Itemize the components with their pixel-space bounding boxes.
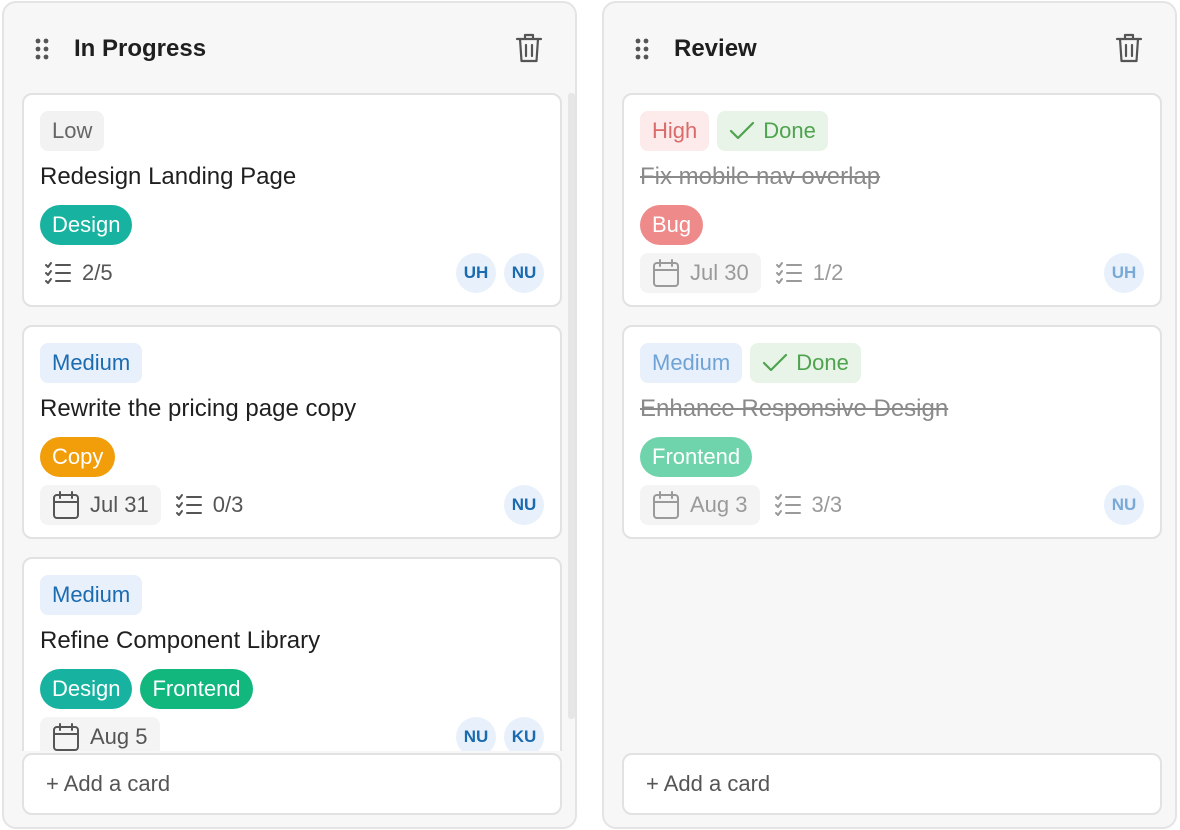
card-title: Refine Component Library bbox=[40, 627, 321, 654]
card-title: Redesign Landing Page bbox=[40, 163, 297, 190]
tag-design: Design bbox=[40, 205, 133, 245]
checklist-icon bbox=[175, 494, 202, 516]
checklist-text: 1/2 bbox=[812, 260, 844, 285]
avatar[interactable]: NU bbox=[504, 253, 544, 293]
drag-handle-icon[interactable] bbox=[34, 37, 50, 61]
due-date: Aug 3 bbox=[640, 485, 760, 525]
card-enhance-responsive-design[interactable]: Medium Done Enhance Responsive Design Fr… bbox=[622, 325, 1162, 539]
scrollbar[interactable] bbox=[568, 93, 575, 719]
card-title: Fix mobile nav overlap bbox=[640, 163, 881, 190]
done-label: Done bbox=[763, 118, 816, 143]
calendar-icon bbox=[653, 491, 679, 519]
checklist-text: 2/5 bbox=[82, 260, 113, 285]
tag-bug: Bug bbox=[640, 205, 704, 245]
tag-copy: Copy bbox=[40, 437, 116, 477]
due-date: Jul 31 bbox=[40, 485, 161, 525]
card-redesign-landing-page[interactable]: Low Redesign Landing Page Design 2/5 UH … bbox=[22, 93, 562, 307]
column-title[interactable]: In Progress bbox=[74, 33, 206, 65]
avatar[interactable]: UH bbox=[456, 253, 496, 293]
add-card-button[interactable]: + Add a card bbox=[22, 753, 562, 815]
tag-frontend: Frontend bbox=[140, 669, 253, 709]
card-rewrite-pricing-copy[interactable]: Medium Rewrite the pricing page copy Cop… bbox=[22, 325, 562, 539]
avatar[interactable]: UH bbox=[1104, 253, 1144, 293]
card-refine-component-library[interactable]: Medium Refine Component Library Design F… bbox=[22, 557, 562, 751]
done-badge: Done bbox=[750, 343, 861, 383]
priority-badge: Medium bbox=[40, 575, 143, 615]
checklist-icon bbox=[775, 262, 802, 284]
due-date-text: Aug 5 bbox=[90, 724, 148, 749]
tag-design: Design bbox=[40, 669, 133, 709]
priority-badge: Medium bbox=[40, 343, 143, 383]
column-in-progress: In Progress Low Redesign Landing Page De… bbox=[2, 1, 577, 829]
checklist-icon bbox=[45, 262, 71, 284]
tag-frontend: Frontend bbox=[640, 437, 753, 477]
checklist-count: 2/5 bbox=[40, 253, 117, 293]
checkmark-icon bbox=[763, 353, 788, 372]
priority-badge: Low bbox=[40, 111, 105, 151]
card-title: Rewrite the pricing page copy bbox=[40, 395, 357, 422]
avatar[interactable]: NU bbox=[456, 717, 496, 751]
due-date-text: Jul 30 bbox=[690, 260, 749, 285]
column-header: In Progress bbox=[4, 3, 575, 93]
checklist-icon bbox=[774, 494, 801, 516]
checklist-count: 0/3 bbox=[171, 485, 248, 525]
card-title: Enhance Responsive Design bbox=[640, 395, 949, 422]
add-card-button[interactable]: + Add a card bbox=[622, 753, 1162, 815]
checklist-text: 0/3 bbox=[212, 492, 244, 517]
due-date: Aug 5 bbox=[40, 717, 160, 751]
trash-icon[interactable] bbox=[1114, 31, 1144, 65]
calendar-icon bbox=[53, 491, 79, 519]
checklist-count: 3/3 bbox=[770, 485, 847, 525]
checkmark-icon bbox=[730, 121, 755, 140]
due-date-text: Aug 3 bbox=[690, 492, 748, 517]
avatar[interactable]: NU bbox=[1104, 485, 1144, 525]
calendar-icon bbox=[53, 723, 79, 751]
avatar[interactable]: NU bbox=[504, 485, 544, 525]
column-title[interactable]: Review bbox=[674, 33, 757, 65]
trash-icon[interactable] bbox=[514, 31, 544, 65]
priority-badge: Medium bbox=[640, 343, 743, 383]
avatar[interactable]: KU bbox=[504, 717, 544, 751]
card-list: Low Redesign Landing Page Design 2/5 UH … bbox=[22, 93, 562, 751]
due-date: Jul 30 bbox=[640, 253, 761, 293]
checklist-count: 1/2 bbox=[771, 253, 848, 293]
due-date-text: Jul 31 bbox=[90, 492, 149, 517]
card-fix-mobile-nav[interactable]: High Done Fix mobile nav overlap Bug Jul… bbox=[622, 93, 1162, 307]
done-label: Done bbox=[796, 350, 849, 375]
card-list: High Done Fix mobile nav overlap Bug Jul… bbox=[622, 93, 1162, 751]
priority-badge: High bbox=[640, 111, 710, 151]
checklist-text: 3/3 bbox=[811, 492, 843, 517]
done-badge: Done bbox=[717, 111, 828, 151]
drag-handle-icon[interactable] bbox=[634, 37, 650, 61]
column-review: Review High Done Fix mobile nav overlap … bbox=[602, 1, 1177, 829]
column-header: Review bbox=[604, 3, 1175, 93]
calendar-icon bbox=[653, 259, 679, 287]
